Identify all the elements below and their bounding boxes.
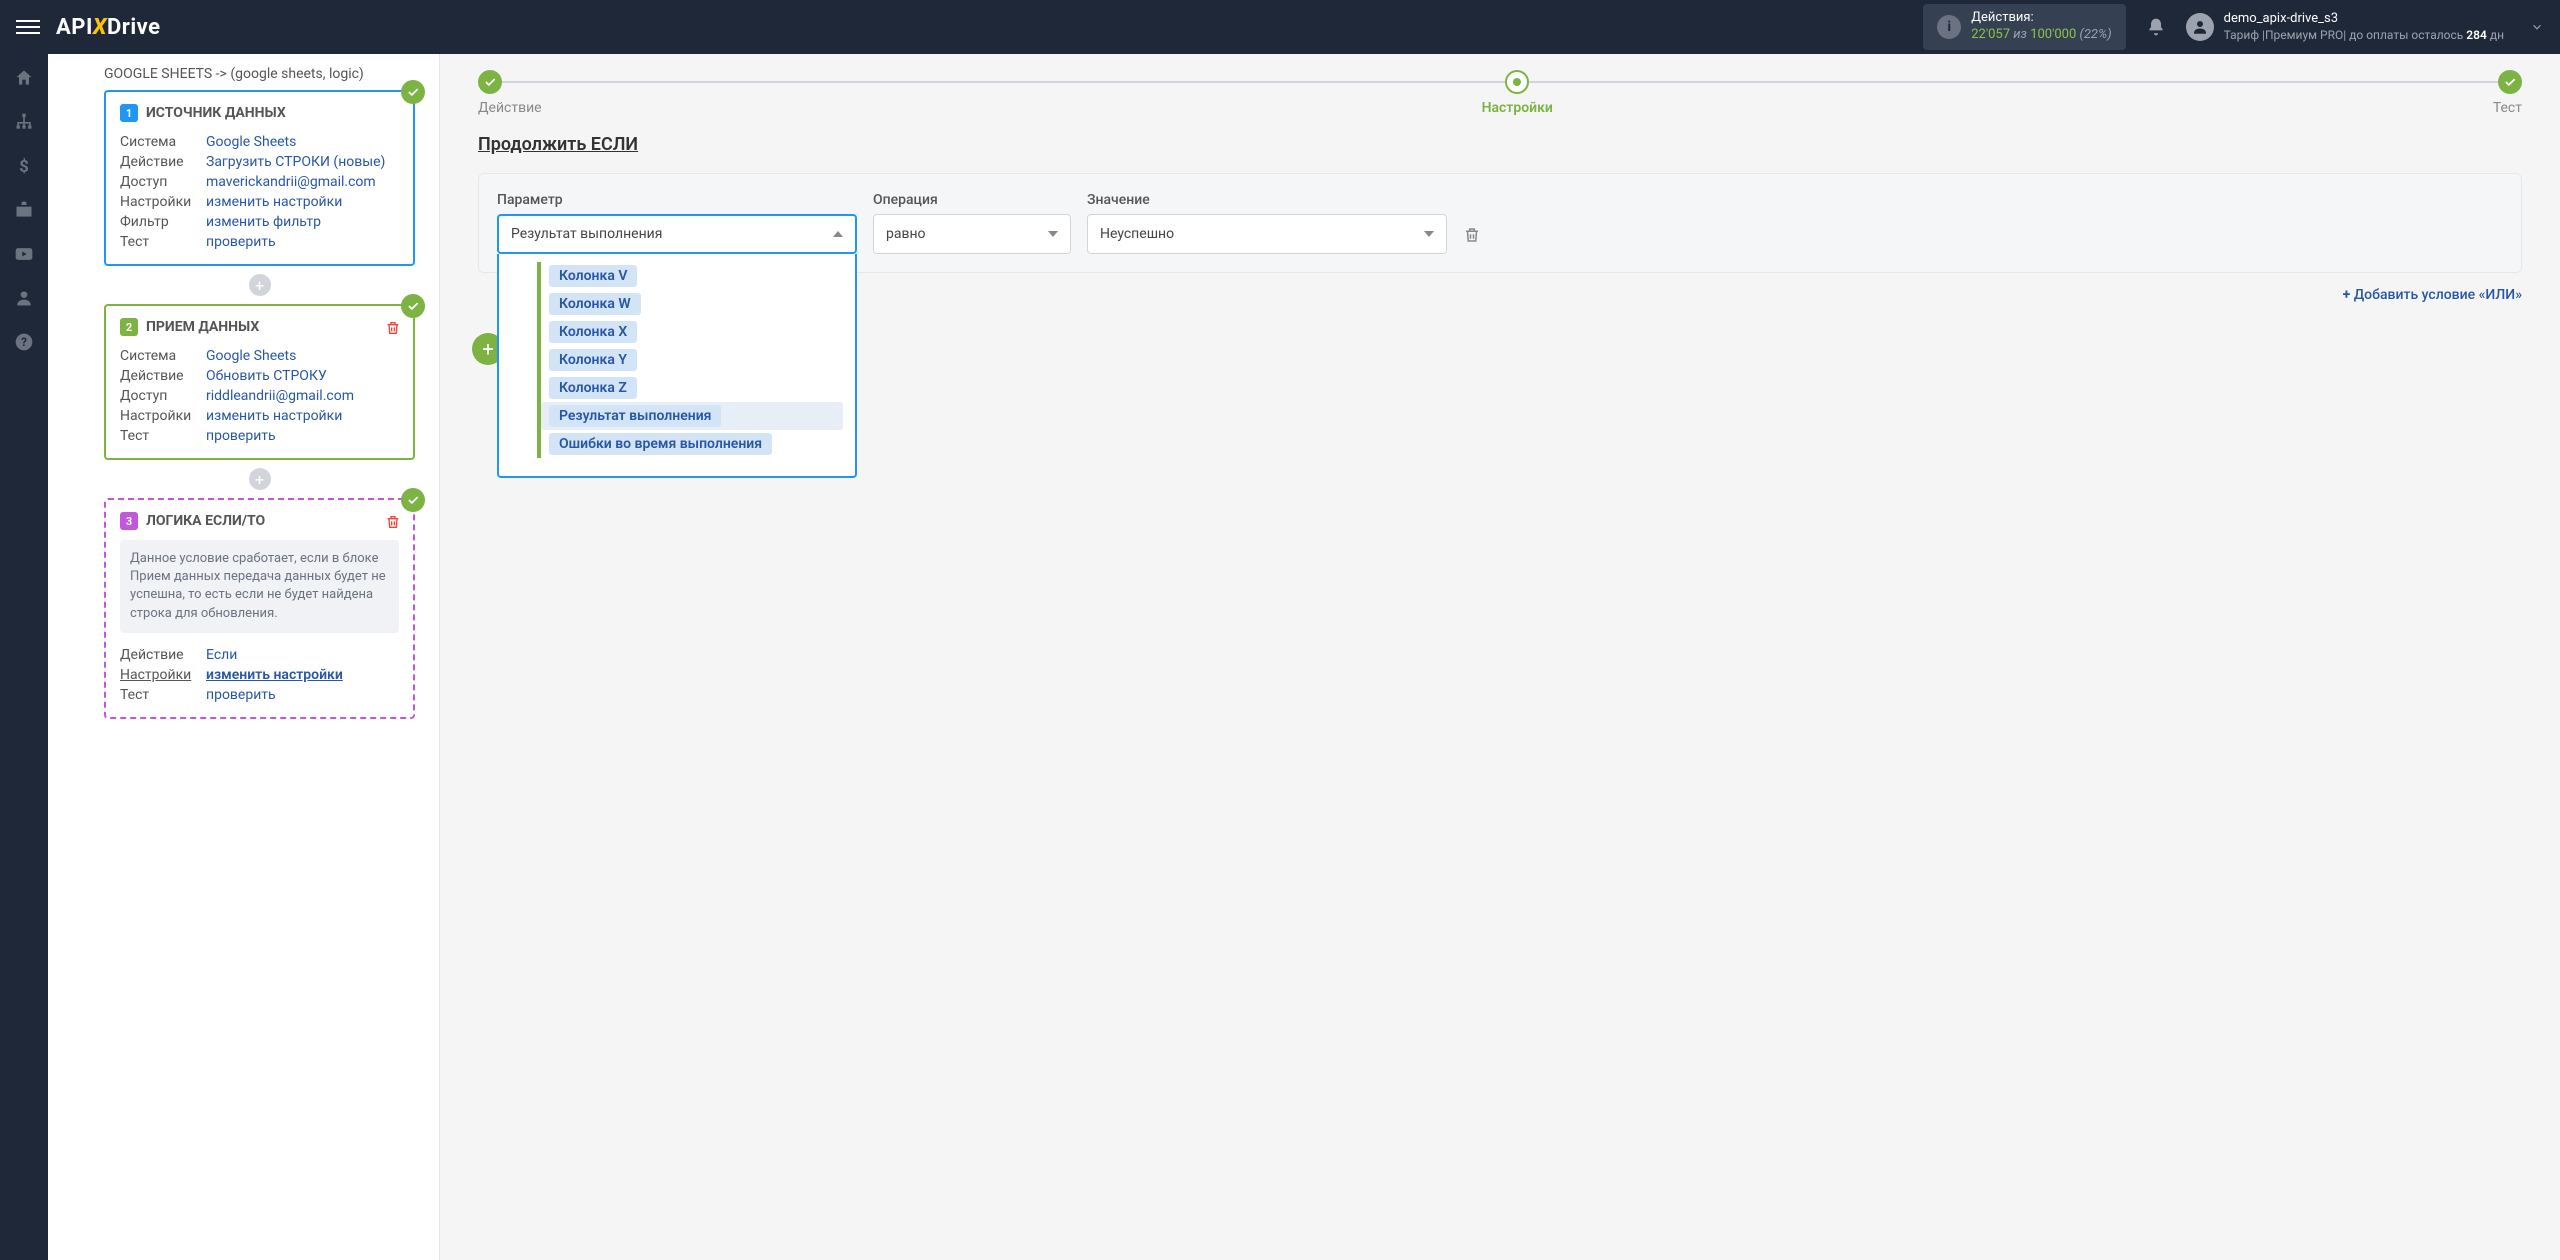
- dropdown-option[interactable]: Колонка Y: [549, 349, 637, 371]
- briefcase-icon[interactable]: [12, 198, 36, 222]
- link-access[interactable]: maverickandrii@gmail.com: [206, 174, 376, 190]
- trash-icon[interactable]: [385, 320, 401, 336]
- card-number: 3: [120, 512, 138, 530]
- dropdown-option[interactable]: Колонка X: [549, 321, 637, 343]
- link-filter[interactable]: изменить фильтр: [206, 214, 321, 230]
- link-settings[interactable]: изменить настройки: [206, 194, 342, 210]
- card-destination: 2ПРИЕМ ДАННЫХ СистемаGoogle Sheets Дейст…: [104, 304, 415, 460]
- link-test[interactable]: проверить: [206, 428, 276, 444]
- dollar-icon[interactable]: $: [12, 154, 36, 178]
- delete-condition-icon[interactable]: [1463, 226, 1481, 254]
- operation-select[interactable]: равно: [873, 214, 1071, 254]
- card-number: 1: [120, 104, 138, 122]
- card-number: 2: [120, 318, 138, 336]
- card-title: ЛОГИКА ЕСЛИ/ТО: [146, 513, 265, 529]
- logo-x: X: [93, 15, 107, 40]
- link-system[interactable]: Google Sheets: [206, 348, 296, 364]
- app-header: APIXDrive i Действия: 22'057 из 100'000 …: [0, 0, 2560, 54]
- dropdown-option[interactable]: Колонка W: [549, 293, 641, 315]
- check-icon: [401, 80, 425, 104]
- youtube-icon[interactable]: [12, 242, 36, 266]
- connections-icon[interactable]: [12, 110, 36, 134]
- chevron-down-icon: [2530, 20, 2544, 34]
- step-settings[interactable]: Настройки: [1482, 70, 1553, 116]
- param-select[interactable]: Результат выполнения: [497, 214, 857, 254]
- stepper: Действие Настройки Тест: [478, 70, 2522, 116]
- dropdown-option[interactable]: Колонка Z: [549, 377, 637, 399]
- card-logic: 3 ЛОГИКА ЕСЛИ/ТО Данное условие сработает…: [104, 498, 415, 719]
- section-title: Продолжить ЕСЛИ: [478, 134, 2522, 155]
- user-icon[interactable]: [12, 286, 36, 310]
- bell-icon[interactable]: [2146, 16, 2166, 38]
- dropdown-option[interactable]: Результат выполнения: [549, 405, 721, 427]
- note-text: Данное условие сработает, если в блоке П…: [120, 540, 399, 633]
- svg-text:$: $: [19, 158, 29, 176]
- link-access[interactable]: riddleandrii@gmail.com: [206, 388, 354, 404]
- info-icon: i: [1937, 15, 1961, 39]
- user-menu[interactable]: demo_apix-drive_s3 Тариф |Премиум PRO| д…: [2186, 11, 2544, 43]
- add-node-button[interactable]: +: [249, 468, 271, 490]
- link-test[interactable]: проверить: [206, 687, 276, 703]
- actions-counter[interactable]: i Действия: 22'057 из 100'000 (22%): [1923, 4, 2125, 50]
- left-panel: GOOGLE SHEETS -> (google sheets, logic) …: [48, 54, 440, 1260]
- help-icon[interactable]: ?: [12, 330, 36, 354]
- card-source: 1ИСТОЧНИК ДАННЫХ СистемаGoogle Sheets Де…: [104, 90, 415, 266]
- main-content: Действие Настройки Тест Продолжить ЕСЛИ …: [440, 54, 2560, 1260]
- trash-icon[interactable]: [385, 514, 401, 530]
- avatar-icon: [2186, 13, 2214, 41]
- link-action[interactable]: Если: [206, 647, 237, 663]
- value-label: Значение: [1087, 192, 1447, 208]
- breadcrumb: GOOGLE SHEETS -> (google sheets, logic): [104, 62, 415, 90]
- actions-text: Действия: 22'057 из 100'000 (22%): [1971, 10, 2111, 44]
- check-icon: [401, 488, 425, 512]
- link-settings[interactable]: изменить настройки: [206, 408, 342, 424]
- link-settings[interactable]: изменить настройки: [206, 667, 343, 683]
- param-label: Параметр: [497, 192, 857, 208]
- card-title: ПРИЕМ ДАННЫХ: [146, 319, 259, 335]
- link-action[interactable]: Загрузить СТРОКИ (новые): [206, 154, 385, 170]
- icon-sidebar: $ ?: [0, 54, 48, 1260]
- condition-box: Параметр Результат выполнения Колонка VК…: [478, 173, 2522, 273]
- logo-text2: Drive: [107, 15, 161, 40]
- home-icon[interactable]: [12, 66, 36, 90]
- add-node-button[interactable]: +: [249, 274, 271, 296]
- menu-toggle[interactable]: [16, 15, 40, 39]
- value-select[interactable]: Неуспешно: [1087, 214, 1447, 254]
- user-info: demo_apix-drive_s3 Тариф |Премиум PRO| д…: [2224, 11, 2504, 43]
- dropdown-option[interactable]: Колонка V: [549, 265, 637, 287]
- dropdown-option[interactable]: Ошибки во время выполнения: [549, 433, 772, 455]
- logo[interactable]: APIXDrive: [56, 15, 161, 40]
- card-title: ИСТОЧНИК ДАННЫХ: [146, 105, 286, 121]
- check-icon: [401, 294, 425, 318]
- svg-text:?: ?: [21, 335, 27, 349]
- logo-text: API: [56, 15, 93, 40]
- operation-label: Операция: [873, 192, 1071, 208]
- param-dropdown: Колонка V Колонка W Колонка X Колонка Y Коло…: [497, 254, 857, 478]
- link-action[interactable]: Обновить СТРОКУ: [206, 368, 327, 384]
- step-test[interactable]: Тест: [2493, 70, 2522, 116]
- step-action[interactable]: Действие: [478, 70, 542, 116]
- link-test[interactable]: проверить: [206, 234, 276, 250]
- link-system[interactable]: Google Sheets: [206, 134, 296, 150]
